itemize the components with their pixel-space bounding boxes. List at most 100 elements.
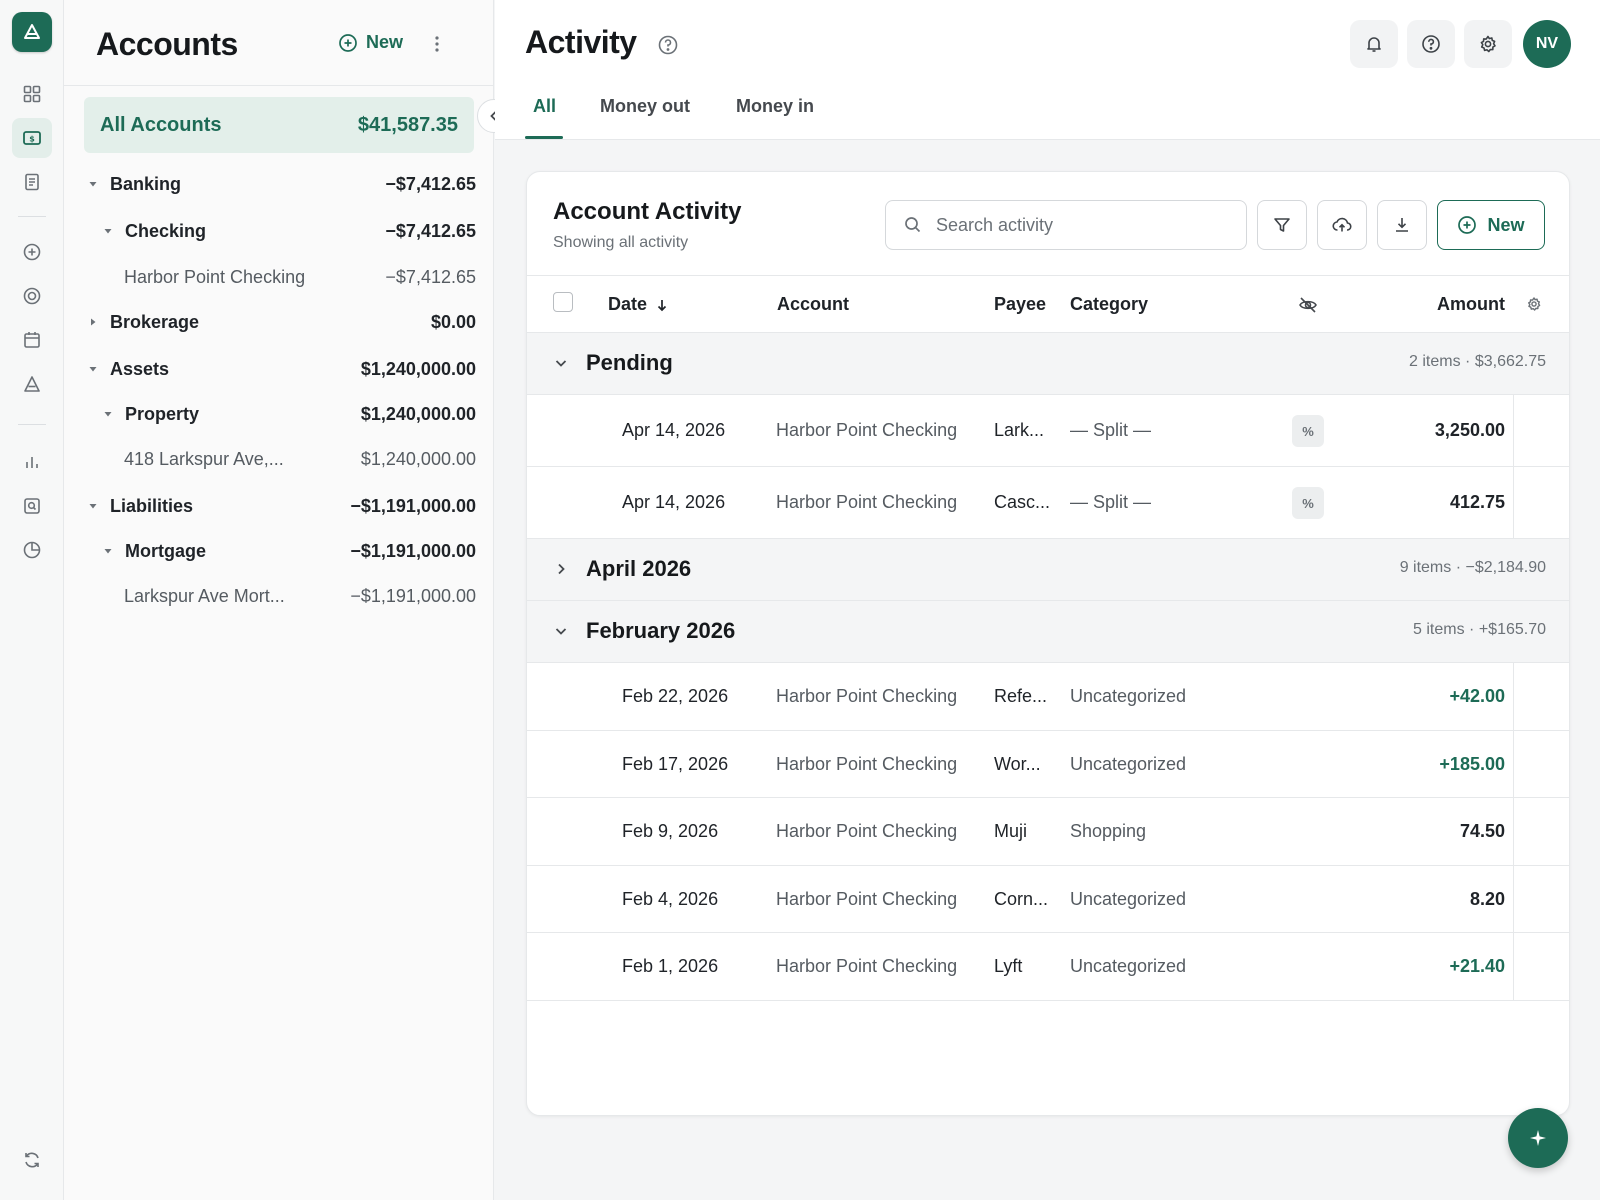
caret-down-icon[interactable]	[84, 497, 102, 515]
transaction-category[interactable]: Uncategorized	[1070, 889, 1186, 910]
account-balance: −$1,191,000.00	[350, 495, 476, 516]
account-balance: −$1,191,000.00	[350, 585, 476, 606]
transaction-payee: Casc...	[994, 492, 1051, 512]
assistant-button[interactable]	[1508, 1108, 1568, 1168]
transaction-date: Feb 17, 2026	[622, 753, 729, 774]
transaction-payee: Wor...	[994, 753, 1041, 774]
group-name: Pending	[586, 350, 673, 375]
transaction-category[interactable]: Uncategorized	[1070, 754, 1186, 775]
settings-button[interactable]	[1464, 20, 1512, 68]
transaction-date: Feb 4, 2026	[622, 888, 719, 909]
caret-down-icon[interactable]	[84, 360, 102, 378]
group-header[interactable]: Pending 2 items · $3,662.75	[527, 333, 1569, 395]
user-avatar[interactable]: NV	[1523, 20, 1571, 68]
transaction-category[interactable]: Uncategorized	[1070, 686, 1186, 707]
accounts-panel: Accounts New All Accounts $41,587.35 Ban…	[64, 0, 494, 1200]
transaction-category[interactable]: Shopping	[1070, 821, 1146, 842]
account-column-header[interactable]: Account	[777, 294, 849, 315]
card-title: Account Activity	[553, 198, 742, 225]
group-summary: 2 items · $3,662.75	[1409, 353, 1546, 370]
caret-down-icon[interactable]	[99, 405, 117, 423]
budget-icon[interactable]	[12, 276, 52, 316]
add-icon[interactable]	[12, 232, 52, 272]
transaction-category[interactable]: — Split —	[1070, 420, 1151, 441]
transaction-category[interactable]: — Split —	[1070, 492, 1151, 513]
filter-button[interactable]	[1257, 200, 1307, 250]
select-all-checkbox[interactable]	[553, 292, 573, 312]
transaction-row[interactable]: Feb 1, 2026 Harbor Point Checking Lyft Unca…	[527, 933, 1569, 1001]
caret-right-icon[interactable]	[84, 313, 102, 331]
more-options-icon[interactable]	[434, 34, 440, 54]
split-badge[interactable]: %	[1292, 487, 1324, 519]
account-tree-item[interactable]: Harbor Point Checking −$7,412.65	[84, 257, 476, 297]
account-tree-item[interactable]: Banking −$7,412.65	[84, 164, 476, 204]
category-column-header[interactable]: Category	[1070, 294, 1148, 315]
account-tree-item[interactable]: Property $1,240,000.00	[84, 394, 476, 434]
plus-circle-icon	[1458, 216, 1477, 234]
account-name: 418 Larkspur Ave,...	[124, 448, 284, 469]
tab-all[interactable]: All	[533, 96, 556, 117]
account-tree-item[interactable]: Assets $1,240,000.00	[84, 349, 476, 389]
caret-down-icon[interactable]	[99, 222, 117, 240]
transaction-row[interactable]: Apr 14, 2026 Harbor Point Checking Casc...…	[527, 467, 1569, 539]
page-title: Activity	[525, 24, 637, 60]
reports-icon[interactable]	[12, 162, 52, 202]
account-name: Banking	[110, 173, 182, 194]
bell-icon	[1367, 37, 1381, 52]
account-tree-item[interactable]: Checking −$7,412.65	[84, 211, 476, 251]
search-doc-icon[interactable]	[12, 486, 52, 526]
account-tree-item[interactable]: Mortgage −$1,191,000.00	[84, 531, 476, 571]
tab-money-in[interactable]: Money in	[736, 96, 814, 117]
amount-column-header[interactable]: Amount	[1437, 294, 1505, 315]
new-account-button[interactable]: New	[338, 32, 403, 53]
logo-icon[interactable]	[12, 12, 52, 52]
calendar-icon[interactable]	[12, 320, 52, 360]
account-balance: −$7,412.65	[385, 173, 476, 194]
transaction-payee: Corn...	[994, 888, 1049, 909]
date-column-header[interactable]: Date	[608, 294, 669, 315]
download-icon	[1396, 218, 1408, 232]
chart-icon[interactable]	[12, 442, 52, 482]
split-badge[interactable]: %	[1292, 415, 1324, 447]
caret-down-icon[interactable]	[99, 542, 117, 560]
account-name: Brokerage	[110, 311, 200, 332]
new-transaction-button[interactable]: New	[1437, 200, 1545, 250]
column-divider	[1513, 730, 1514, 797]
account-tree-item[interactable]: Liabilities −$1,191,000.00	[84, 486, 476, 526]
help-circle-icon[interactable]	[657, 34, 679, 56]
account-balance: $1,240,000.00	[360, 403, 476, 424]
transaction-row[interactable]: Apr 14, 2026 Harbor Point Checking Lark...…	[527, 395, 1569, 467]
transaction-row[interactable]: Feb 9, 2026 Harbor Point Checking Muji Shop…	[527, 798, 1569, 866]
transaction-row[interactable]: Feb 22, 2026 Harbor Point Checking Refe...…	[527, 663, 1569, 731]
history-icon[interactable]	[12, 530, 52, 570]
payee-column-header[interactable]: Payee	[994, 294, 1046, 315]
dashboard-icon[interactable]	[12, 74, 52, 114]
goals-icon[interactable]	[12, 364, 52, 404]
all-accounts-item[interactable]: All Accounts $41,587.35	[84, 97, 474, 153]
chevron-right-icon[interactable]	[553, 561, 569, 577]
eye-off-icon[interactable]	[1298, 295, 1318, 315]
search-input[interactable]: Search activity	[885, 200, 1247, 250]
transaction-row[interactable]: Feb 4, 2026 Harbor Point Checking Corn... U…	[527, 865, 1569, 933]
column-settings-icon[interactable]	[1526, 296, 1542, 312]
sync-icon[interactable]	[12, 1140, 52, 1180]
account-tree-item[interactable]: Brokerage $0.00	[84, 302, 476, 342]
transaction-row[interactable]: Feb 17, 2026 Harbor Point Checking Wor... U…	[527, 730, 1569, 798]
accounts-header: Accounts New	[64, 0, 494, 86]
all-accounts-label: All Accounts	[100, 113, 222, 136]
notifications-button[interactable]	[1350, 20, 1398, 68]
chevron-down-icon[interactable]	[553, 623, 569, 639]
group-header[interactable]: February 2026 5 items · +$165.70	[527, 601, 1569, 663]
account-tree-item[interactable]: Larkspur Ave Mort... −$1,191,000.00	[84, 576, 476, 616]
accounts-icon[interactable]: $	[12, 118, 52, 158]
account-tree-item[interactable]: 418 Larkspur Ave,... $1,240,000.00	[84, 439, 476, 479]
tab-money-out[interactable]: Money out	[600, 96, 690, 117]
transaction-category[interactable]: Uncategorized	[1070, 956, 1186, 977]
chevron-down-icon[interactable]	[553, 355, 569, 371]
download-button[interactable]	[1377, 200, 1427, 250]
caret-down-icon[interactable]	[84, 175, 102, 193]
help-button[interactable]	[1407, 20, 1455, 68]
upload-button[interactable]	[1317, 200, 1367, 250]
transaction-date: Feb 1, 2026	[622, 956, 719, 976]
group-header[interactable]: April 2026 9 items · −$2,184.90	[527, 539, 1569, 601]
